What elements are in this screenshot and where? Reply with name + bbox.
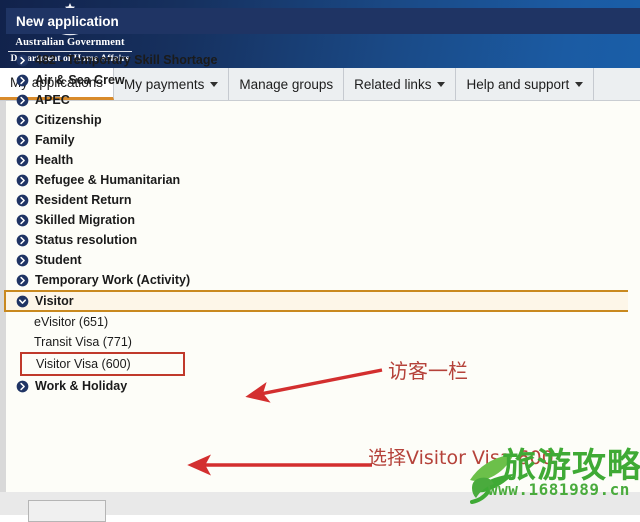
category-label: Temporary Work (Activity)	[35, 273, 191, 287]
chevron-right-circle-icon	[16, 114, 29, 126]
chevron-right-circle-icon	[16, 214, 29, 226]
category-label: Refugee & Humanitarian	[35, 173, 181, 187]
chevron-right-circle-icon	[16, 234, 29, 246]
chevron-down-circle-icon	[16, 295, 29, 307]
category-row-status-resolution[interactable]: Status resolution	[6, 230, 506, 250]
category-row-resident-return[interactable]: Resident Return	[6, 190, 506, 210]
category-label: APEC	[35, 93, 70, 107]
page-title: New application	[16, 13, 119, 29]
chevron-right-circle-icon	[16, 194, 29, 206]
category-row-visitor[interactable]: Visitor	[4, 290, 628, 312]
category-label: Skilled Migration	[35, 213, 136, 227]
section-banner: New application	[6, 8, 640, 34]
chevron-right-circle-icon	[16, 134, 29, 146]
category-label: Resident Return	[35, 193, 132, 207]
government-name: Australian Government	[15, 37, 125, 48]
chevron-right-circle-icon	[16, 54, 29, 66]
category-label: 482 - Temporary Skill Shortage	[35, 53, 218, 67]
category-label: Visitor	[35, 294, 74, 308]
category-row-refugee-and-humanitarian[interactable]: Refugee & Humanitarian	[6, 170, 506, 190]
category-row-family[interactable]: Family	[6, 130, 506, 150]
category-label: Family	[35, 133, 75, 147]
chevron-right-circle-icon	[16, 94, 29, 106]
category-row-work-and-holiday[interactable]: Work & Holiday	[6, 376, 506, 396]
subcategory-label: eVisitor (651)	[34, 315, 109, 329]
category-row-482-temporary-skill-shortage[interactable]: 482 - Temporary Skill Shortage	[6, 50, 506, 70]
subcategory-row-visitor-visa-600[interactable]: Visitor Visa (600)	[20, 352, 185, 376]
chevron-right-circle-icon	[16, 274, 29, 286]
category-label: Air & Sea Crew	[35, 73, 125, 87]
chevron-down-icon	[575, 81, 584, 87]
subcategory-row-evisitor-651[interactable]: eVisitor (651)	[6, 312, 506, 332]
subcategory-row-transit-visa-771[interactable]: Transit Visa (771)	[6, 332, 506, 352]
chevron-right-circle-icon	[16, 174, 29, 186]
chevron-right-circle-icon	[16, 74, 29, 86]
category-row-apec[interactable]: APEC	[6, 90, 506, 110]
category-label: Citizenship	[35, 113, 102, 127]
category-row-student[interactable]: Student	[6, 250, 506, 270]
chevron-right-circle-icon	[16, 154, 29, 166]
subcategory-label: Transit Visa (771)	[34, 335, 132, 349]
category-label: Health	[35, 153, 74, 167]
category-label: Work & Holiday	[35, 379, 128, 393]
category-row-air-and-sea-crew[interactable]: Air & Sea Crew	[6, 70, 506, 90]
subcategory-label: Visitor Visa (600)	[36, 357, 131, 371]
category-row-temporary-work-activity[interactable]: Temporary Work (Activity)	[6, 270, 506, 290]
chevron-right-circle-icon	[16, 380, 29, 392]
category-label: Student	[35, 253, 82, 267]
category-row-citizenship[interactable]: Citizenship	[6, 110, 506, 130]
category-label: Status resolution	[35, 233, 138, 247]
category-row-skilled-migration[interactable]: Skilled Migration	[6, 210, 506, 230]
form-action-button[interactable]	[28, 500, 106, 522]
chevron-right-circle-icon	[16, 254, 29, 266]
application-category-list: 482 - Temporary Skill Shortage Air & Sea…	[4, 50, 628, 396]
category-row-health[interactable]: Health	[6, 150, 506, 170]
